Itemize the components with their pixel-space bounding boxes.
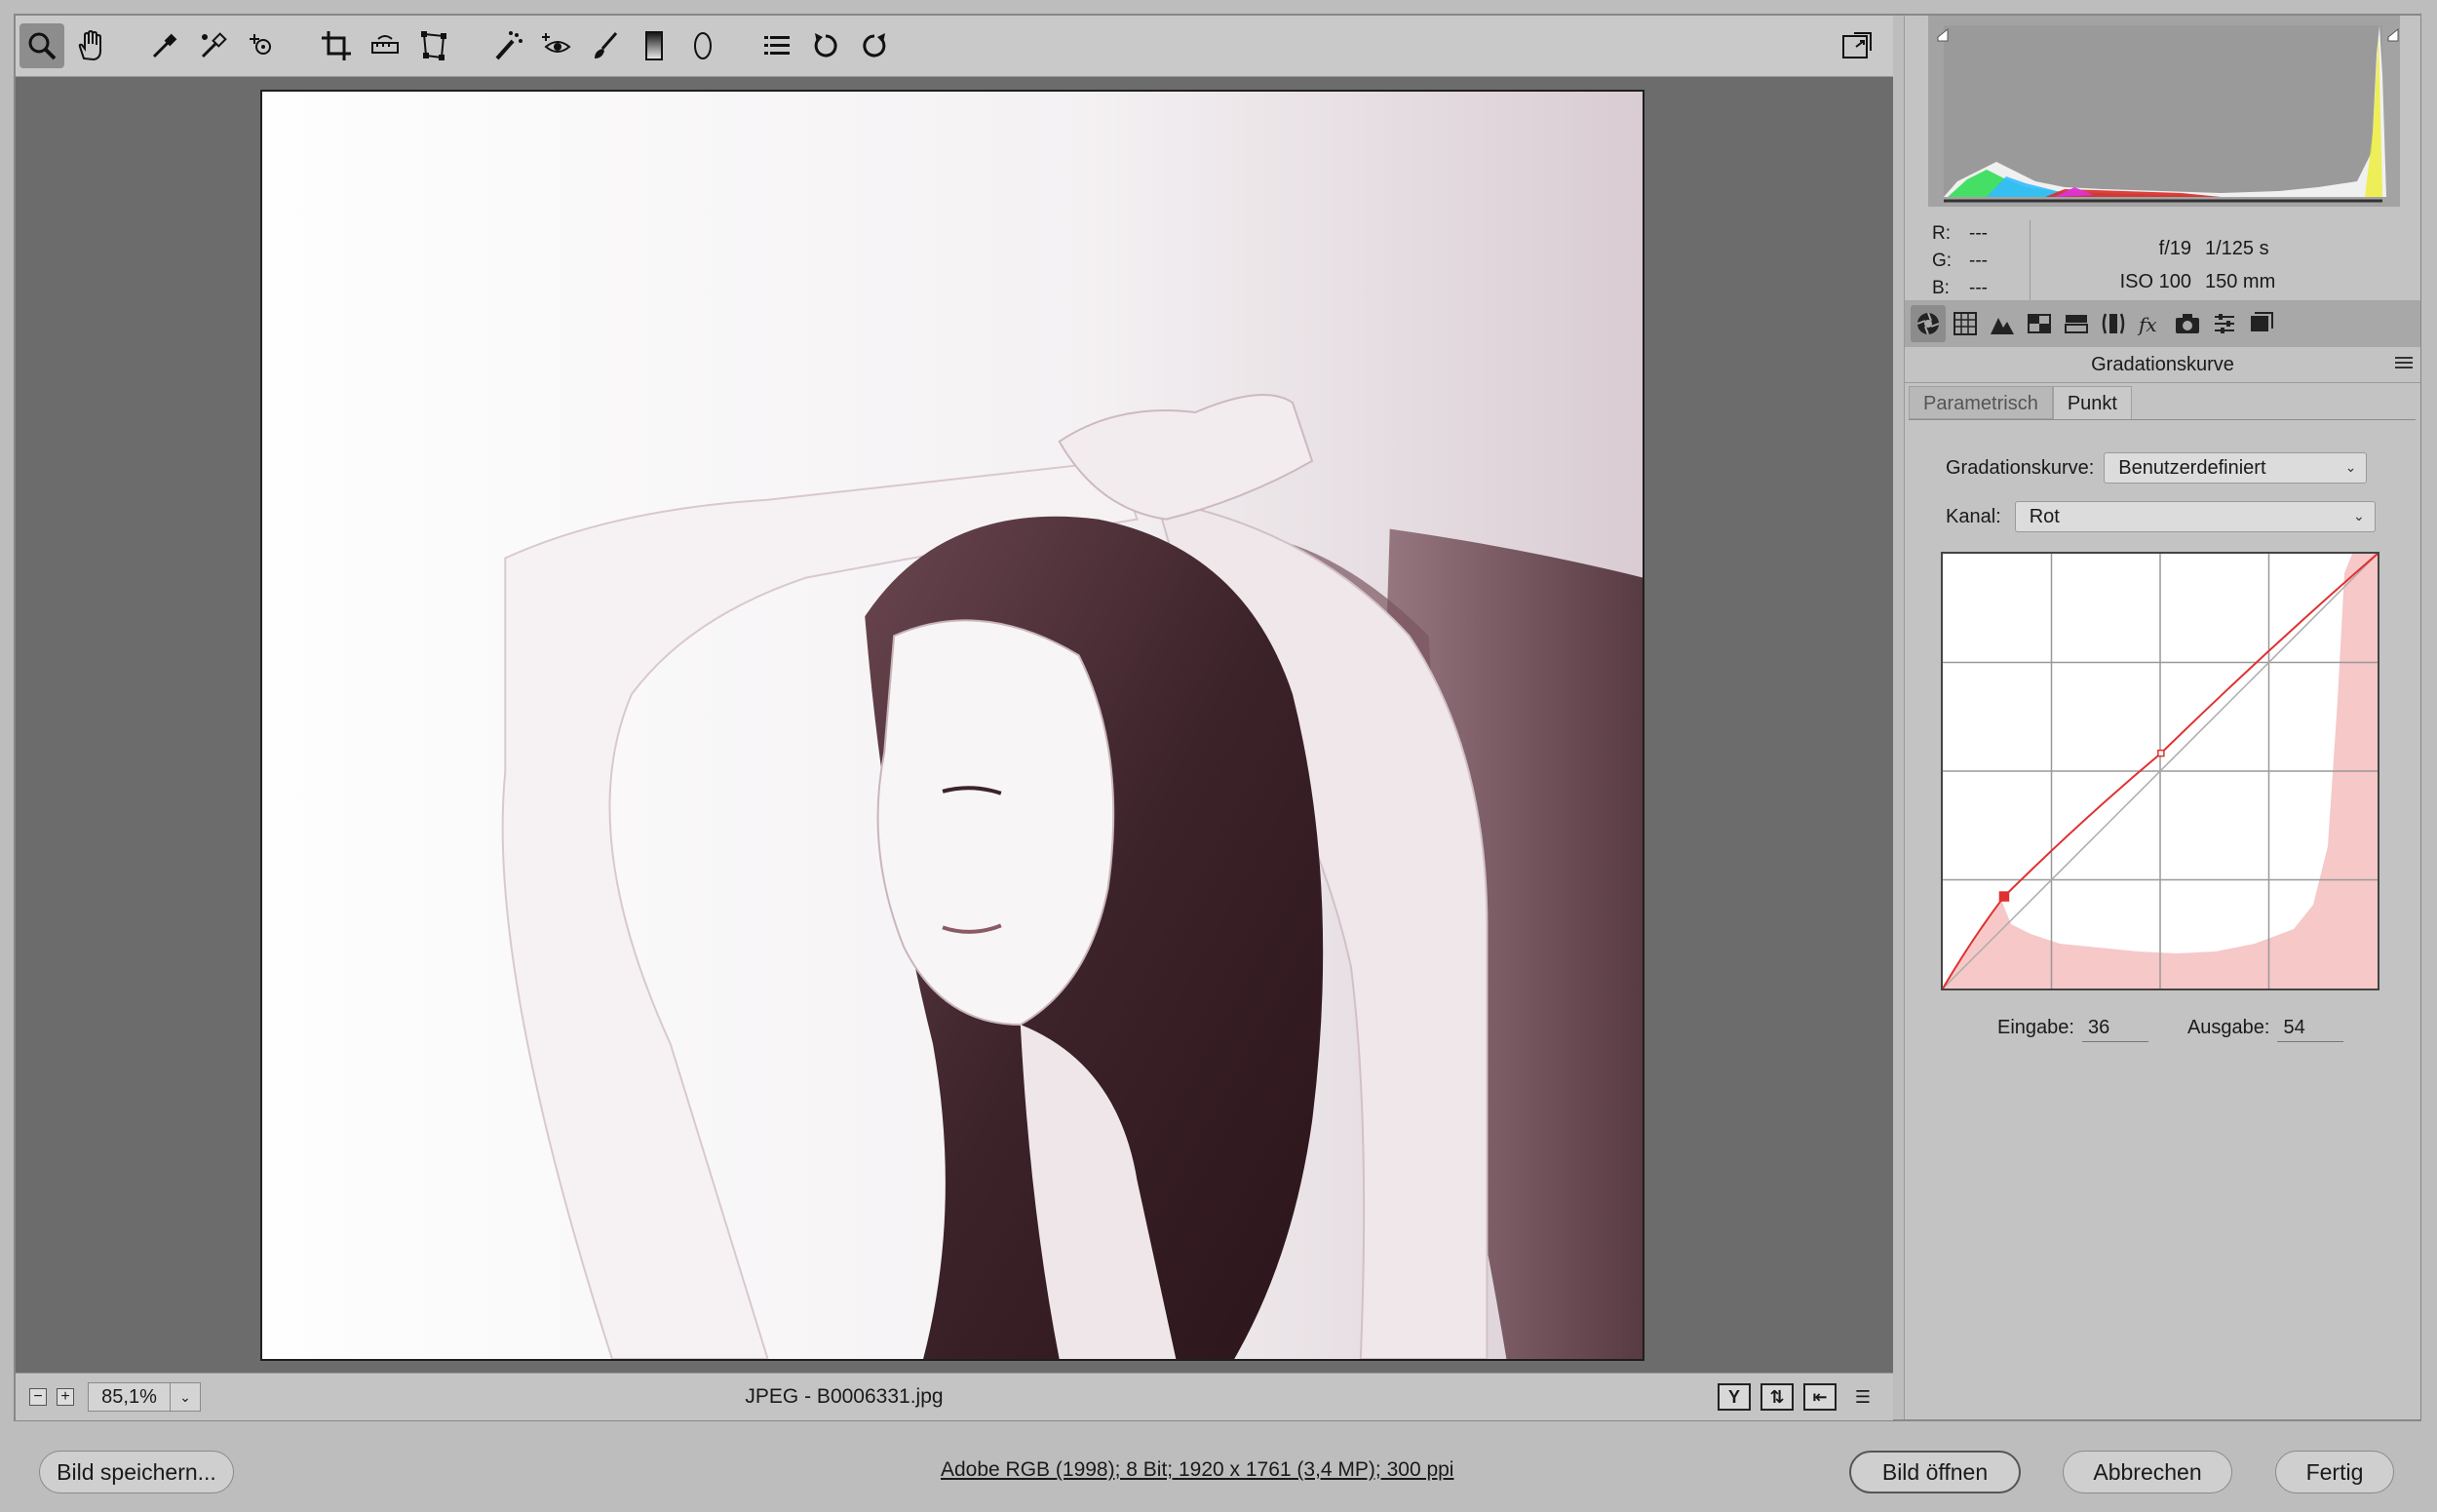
channel-value: Rot <box>2029 505 2060 527</box>
transform-tool-icon[interactable] <box>411 23 456 68</box>
output-label: Ausgabe: <box>2186 1017 2270 1038</box>
focal-length: 150 mm <box>2205 271 2276 292</box>
exif-info: R: --- G: --- B: --- f/19 1/125 s ISO 100 150… <box>1932 220 2400 308</box>
iso: ISO 100 <box>2119 271 2191 292</box>
tab-point[interactable]: Punkt <box>2052 386 2132 419</box>
g-label: G: <box>1932 251 1953 271</box>
curve-point[interactable] <box>2157 749 2165 757</box>
detail-tab-icon[interactable] <box>1985 305 2020 342</box>
copy-settings-icon[interactable]: ⇤ <box>1803 1383 1837 1411</box>
curve-preset-row: Gradationskurve: Benutzerdefiniert ⌄ <box>1946 452 2368 484</box>
presets-tab-icon[interactable] <box>2207 305 2242 342</box>
b-label: B: <box>1932 278 1950 298</box>
split-toning-tab-icon[interactable] <box>2059 305 2094 342</box>
targeted-adjustment-tool-icon[interactable] <box>240 23 285 68</box>
curve-point[interactable] <box>1998 891 2010 902</box>
effects-tab-icon[interactable]: fx <box>2133 305 2168 342</box>
curve-subtabs: Parametrisch Punkt <box>1909 386 2416 420</box>
b-value: --- <box>1969 278 1988 298</box>
input-field[interactable]: 36 <box>2081 1014 2148 1042</box>
r-value: --- <box>1969 223 1988 244</box>
curve-preset-select[interactable]: Benutzerdefiniert ⌄ <box>2104 452 2368 484</box>
input-output-row: Eingabe: 36 Ausgabe: 54 <box>1997 1014 2382 1042</box>
adjustment-panel: R: --- G: --- B: --- f/19 1/125 s ISO 100 150… <box>1904 16 2420 1419</box>
histogram <box>1928 16 2400 207</box>
lens-corrections-tab-icon[interactable] <box>2096 305 2131 342</box>
curve-preset-value: Benutzerdefiniert <box>2118 456 2266 479</box>
channel-select[interactable]: Rot ⌄ <box>2014 501 2376 532</box>
basic-tab-icon[interactable] <box>1911 305 1946 342</box>
toggle-fullscreen-icon[interactable] <box>1835 23 1879 68</box>
tone-curve-tab-icon[interactable] <box>1948 305 1983 342</box>
preferences-list-icon[interactable] <box>754 23 799 68</box>
camera-calibration-tab-icon[interactable] <box>2170 305 2205 342</box>
tone-curve-graph[interactable] <box>1941 552 2379 990</box>
curve-preset-label: Gradationskurve: <box>1946 456 2095 479</box>
open-image-button[interactable]: Bild öffnen <box>1849 1451 2021 1493</box>
preview-image <box>260 90 1644 1361</box>
white-balance-tool-icon[interactable] <box>142 23 187 68</box>
panel-menu-icon[interactable] <box>2395 357 2413 371</box>
snapshots-tab-icon[interactable] <box>2244 305 2279 342</box>
cancel-button[interactable]: Abbrechen <box>2063 1451 2232 1493</box>
g-value: --- <box>1969 251 1988 271</box>
radial-filter-tool-icon[interactable] <box>680 23 725 68</box>
zoom-tool-icon[interactable] <box>19 23 64 68</box>
aperture: f/19 <box>2158 238 2191 259</box>
spot-removal-tool-icon[interactable] <box>485 23 530 68</box>
hsl-tab-icon[interactable] <box>2022 305 2057 342</box>
swap-settings-icon[interactable]: ⇅ <box>1760 1383 1794 1411</box>
adjustment-brush-tool-icon[interactable] <box>583 23 628 68</box>
preview-canvas[interactable] <box>16 77 1893 1373</box>
done-button[interactable]: Fertig <box>2275 1451 2394 1493</box>
output-field[interactable]: 54 <box>2277 1014 2344 1042</box>
save-image-button[interactable]: Bild speichern... <box>39 1451 234 1493</box>
hand-tool-icon[interactable] <box>68 23 113 68</box>
tab-parametric[interactable]: Parametrisch <box>1909 386 2053 419</box>
svg-text:fx: fx <box>2137 313 2157 336</box>
shutter-speed: 1/125 s <box>2205 238 2269 259</box>
workflow-options-link[interactable]: Adobe RGB (1998); 8 Bit; 1920 x 1761 (3,… <box>941 1458 1453 1482</box>
chevron-down-icon: ⌄ <box>2352 508 2365 523</box>
settings-sliders-icon[interactable]: ☰ <box>1846 1383 1879 1411</box>
file-name: JPEG - B0006331.jpg <box>745 1385 944 1408</box>
input-label: Eingabe: <box>1997 1017 2074 1038</box>
channel-label: Kanal: <box>1946 505 2001 527</box>
chevron-down-icon: ⌄ <box>2344 459 2357 475</box>
section-title: Gradationskurve <box>1905 347 2420 383</box>
panel-tabs: fx <box>1905 300 2420 347</box>
rotate-right-icon[interactable] <box>852 23 897 68</box>
r-label: R: <box>1932 223 1951 244</box>
graduated-filter-tool-icon[interactable] <box>632 23 677 68</box>
rotate-left-icon[interactable] <box>803 23 848 68</box>
crop-tool-icon[interactable] <box>314 23 359 68</box>
color-sampler-tool-icon[interactable] <box>191 23 236 68</box>
section-title-text: Gradationskurve <box>2091 354 2234 375</box>
before-after-toggle-icon[interactable]: Y <box>1718 1383 1751 1411</box>
status-bar: − + 85,1% ⌄ JPEG - B0006331.jpg Y ⇅ ⇤ ☰ <box>16 1373 1893 1420</box>
toolbar <box>16 16 1893 77</box>
straighten-tool-icon[interactable] <box>363 23 407 68</box>
red-eye-tool-icon[interactable] <box>534 23 579 68</box>
channel-row: Kanal: Rot ⌄ <box>1946 501 2376 532</box>
